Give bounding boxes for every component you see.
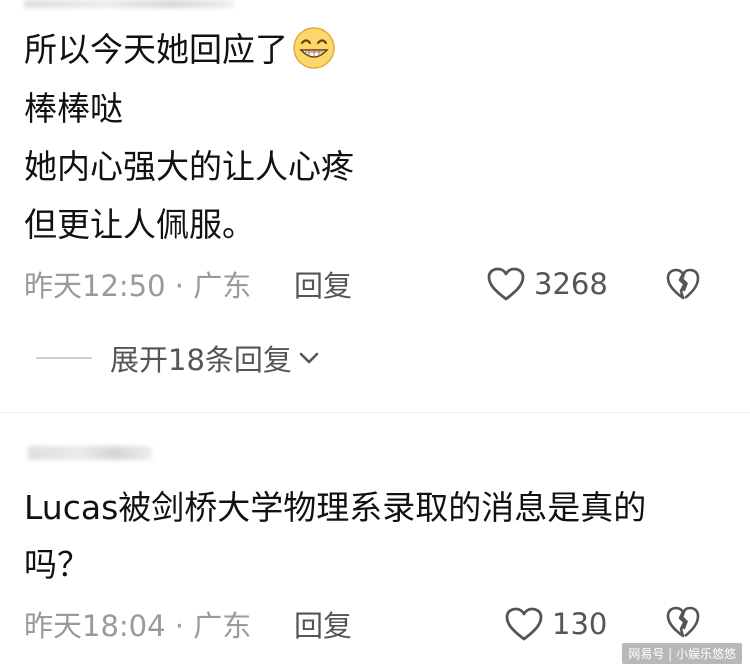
- like-button[interactable]: 130: [504, 604, 607, 644]
- chevron-down-icon: [299, 352, 319, 364]
- comment-meta: 昨天12:50 · 广东 回复: [24, 264, 352, 304]
- comment-meta: 昨天18:04 · 广东 回复: [24, 604, 354, 644]
- like-count: 3268: [534, 267, 608, 301]
- commenter-name-blurred[interactable]: [28, 446, 152, 460]
- heart-outline-icon: [487, 267, 525, 301]
- comment-text-line: 但更让人佩服。: [24, 205, 255, 244]
- reply-button[interactable]: 回复: [294, 263, 352, 305]
- commenter-name-blurred[interactable]: [24, 0, 234, 8]
- broken-heart-icon[interactable]: [665, 604, 701, 640]
- comment-text-line: 她内心强大的让人心疼: [24, 147, 354, 186]
- expand-replies-label: 展开18条回复: [110, 343, 292, 377]
- comment-text-line: 吗？: [24, 545, 90, 584]
- expand-replies-button[interactable]: 展开18条回复: [36, 338, 320, 378]
- heart-outline-icon: [505, 607, 543, 641]
- like-button[interactable]: 3268: [486, 264, 608, 304]
- like-count: 130: [552, 607, 608, 641]
- comment-time-location: 昨天12:50 · 广东: [24, 269, 252, 303]
- comment-time-location: 昨天18:04 · 广东: [24, 609, 252, 643]
- source-watermark: 网易号 | 小娱乐悠悠: [622, 643, 742, 664]
- grinning-face-emoji-icon: [293, 27, 335, 69]
- comment-text-line: 所以今天她回应了: [24, 26, 336, 70]
- reply-button[interactable]: 回复: [294, 603, 352, 645]
- comment-divider: [0, 412, 750, 413]
- comment-text-line: Lucas被剑桥大学物理系录取的消息是真的: [24, 488, 647, 527]
- divider-dash: [36, 357, 92, 359]
- comment-text-line: 棒棒哒: [24, 89, 123, 128]
- broken-heart-icon[interactable]: [665, 266, 701, 302]
